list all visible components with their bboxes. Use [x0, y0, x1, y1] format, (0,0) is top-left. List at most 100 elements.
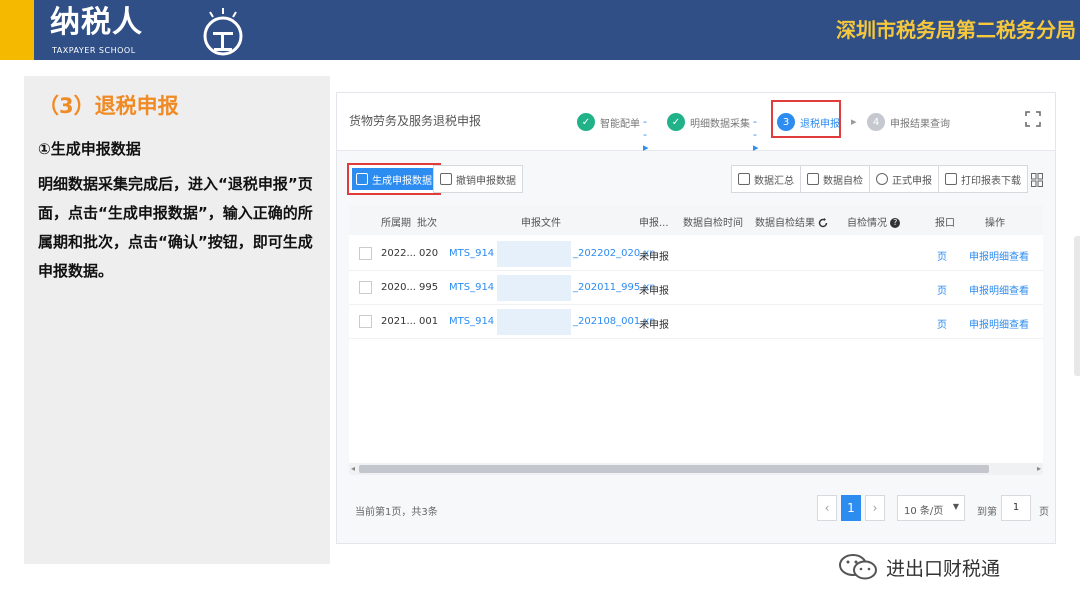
step-detail-collect[interactable]: ✓ 明细数据采集	[667, 107, 750, 137]
next-page-button[interactable]: ›	[865, 495, 885, 521]
cell-file-prefix[interactable]: MTS_914	[449, 282, 494, 293]
step-label: 申报结果查询	[890, 118, 950, 130]
redacted-area	[497, 241, 571, 267]
cell-status: 未申报	[639, 320, 669, 331]
upload-icon	[876, 173, 888, 185]
withdraw-data-button[interactable]: 撤销申报数据	[433, 165, 523, 193]
logo-text: 纳税人	[50, 5, 143, 40]
summary-label: 数据汇总	[754, 175, 794, 187]
wechat-icon	[839, 554, 877, 580]
app-topbar: 货物劳务及服务退税申报 ✓ 智能配单 - - ▸ ✓ 明细数据采集 - - ▸ …	[337, 93, 1055, 154]
print-download-button[interactable]: 打印报表下载	[938, 165, 1028, 193]
col-check-result[interactable]: 数据自检结果	[755, 214, 828, 229]
step-label: 明细数据采集	[690, 118, 750, 130]
header-banner: 纳税人 TAXPAYER SCHOOL 深圳市税务局第二税务分局	[0, 0, 1080, 60]
check-icon: ✓	[577, 113, 595, 131]
col-status[interactable]: 申报...	[639, 214, 669, 229]
prev-page-button[interactable]: ‹	[817, 495, 837, 521]
cell-report-link[interactable]: 页	[937, 316, 947, 331]
arrow-right-icon: - - ▸	[643, 115, 649, 154]
generate-label: 生成申报数据	[372, 175, 432, 187]
jump-unit: 页	[1039, 507, 1049, 518]
scroll-right-icon[interactable]: ▸	[1037, 464, 1041, 473]
col-check-state-label: 自检情况	[847, 218, 887, 229]
cell-batch: 020	[419, 248, 439, 259]
formal-declare-button[interactable]: 正式申报	[869, 165, 939, 193]
scroll-left-icon[interactable]: ◂	[351, 464, 355, 473]
app-window: 货物劳务及服务退税申报 ✓ 智能配单 - - ▸ ✓ 明细数据采集 - - ▸ …	[336, 92, 1056, 544]
generate-data-button[interactable]: 生成申报数据	[347, 163, 441, 195]
jump-label: 到第	[977, 507, 997, 518]
cell-status: 未申报	[639, 286, 669, 297]
summary-button[interactable]: 数据汇总	[731, 165, 801, 193]
view-detail-link[interactable]: 申报明细查看	[969, 282, 1029, 297]
chart-icon	[356, 173, 368, 185]
school-hall-icon	[203, 8, 243, 56]
withdraw-label: 撤销申报数据	[456, 175, 516, 187]
step-number-icon: 4	[867, 113, 885, 131]
col-batch[interactable]: 批次	[417, 214, 437, 229]
declaration-table: 所属期 批次 申报文件 申报... 数据自检时间 数据自检结果 自检情况 ? 报…	[349, 205, 1043, 467]
cell-file-prefix[interactable]: MTS_914	[449, 248, 494, 259]
col-file[interactable]: 申报文件	[521, 214, 561, 229]
help-icon[interactable]: ?	[890, 218, 901, 228]
step-result-query[interactable]: 4 申报结果查询	[867, 107, 950, 137]
wechat-watermark: 进出口财税通	[838, 552, 1000, 582]
jump-page-input[interactable]: 1	[1001, 495, 1031, 521]
refresh-icon[interactable]	[818, 218, 828, 228]
cell-file-prefix[interactable]: MTS_914	[449, 316, 494, 327]
fullscreen-icon[interactable]	[1025, 111, 1041, 127]
table-row[interactable]: 2022... 020 MTS_914 _202202_020.xr 未申报 页…	[349, 237, 1043, 271]
document-icon	[440, 173, 452, 185]
col-report[interactable]: 报口	[935, 214, 955, 229]
step-description: 明细数据采集完成后，进入“退税申报”页面，点击“生成申报数据”，输入正确的所属期…	[38, 175, 313, 280]
pagination-total: 当前第1页，共3条	[355, 507, 438, 518]
table-header: 所属期 批次 申报文件 申报... 数据自检时间 数据自检结果 自检情况 ? 报…	[349, 205, 1043, 235]
page-title: 货物劳务及服务退税申报	[349, 114, 482, 128]
table-row[interactable]: 2020... 995 MTS_914 _202011_995.xr 未申报 页…	[349, 271, 1043, 305]
cell-period: 2022...	[381, 248, 416, 259]
view-detail-link[interactable]: 申报明细查看	[969, 248, 1029, 263]
step-label: 智能配单	[600, 118, 640, 130]
chart-icon	[738, 173, 750, 185]
watermark-text: 进出口财税通	[886, 557, 1001, 580]
printer-icon	[945, 173, 957, 185]
row-checkbox[interactable]	[359, 281, 372, 294]
arrow-right-icon: ▸	[851, 115, 857, 128]
page-size-select[interactable]: 10 条/页 ▼	[897, 495, 965, 521]
cell-batch: 001	[419, 316, 439, 327]
row-checkbox[interactable]	[359, 315, 372, 328]
col-action[interactable]: 操作	[985, 214, 1005, 229]
scroll-thumb[interactable]	[359, 465, 989, 473]
selfcheck-button[interactable]: 数据自检	[800, 165, 870, 193]
document-icon	[807, 173, 819, 185]
step-smart-match[interactable]: ✓ 智能配单	[577, 107, 640, 137]
view-detail-link[interactable]: 申报明细查看	[969, 316, 1029, 331]
cell-report-link[interactable]: 页	[937, 282, 947, 297]
col-check-time[interactable]: 数据自检时间	[683, 214, 743, 229]
table-row[interactable]: 2021... 001 MTS_914 _202108_001.xr 未申报 页…	[349, 305, 1043, 339]
selfcheck-label: 数据自检	[823, 175, 863, 187]
caret-down-icon: ▼	[952, 502, 959, 511]
section-title: （3）退税申报	[38, 94, 179, 118]
banner-accent-strip	[0, 0, 34, 60]
page-size-value: 10 条/页	[904, 506, 944, 517]
cell-period: 2020...	[381, 282, 416, 293]
column-settings-icon[interactable]	[1031, 173, 1043, 187]
step-title: ①生成申报数据	[38, 140, 141, 158]
logo-subtitle: TAXPAYER SCHOOL	[52, 46, 136, 55]
col-check-state[interactable]: 自检情况 ?	[847, 214, 901, 229]
check-icon: ✓	[667, 113, 685, 131]
slide-edge	[1074, 236, 1080, 376]
print-label: 打印报表下载	[961, 175, 1021, 187]
redacted-area	[497, 309, 571, 335]
col-check-result-label: 数据自检结果	[755, 218, 815, 229]
cell-report-link[interactable]: 页	[937, 248, 947, 263]
col-period[interactable]: 所属期	[381, 214, 411, 229]
row-checkbox[interactable]	[359, 247, 372, 260]
cell-batch: 995	[419, 282, 439, 293]
redacted-area	[497, 275, 571, 301]
page-1-button[interactable]: 1	[841, 495, 861, 521]
cell-period: 2021...	[381, 316, 416, 327]
horizontal-scrollbar[interactable]: ◂ ▸	[349, 463, 1043, 475]
